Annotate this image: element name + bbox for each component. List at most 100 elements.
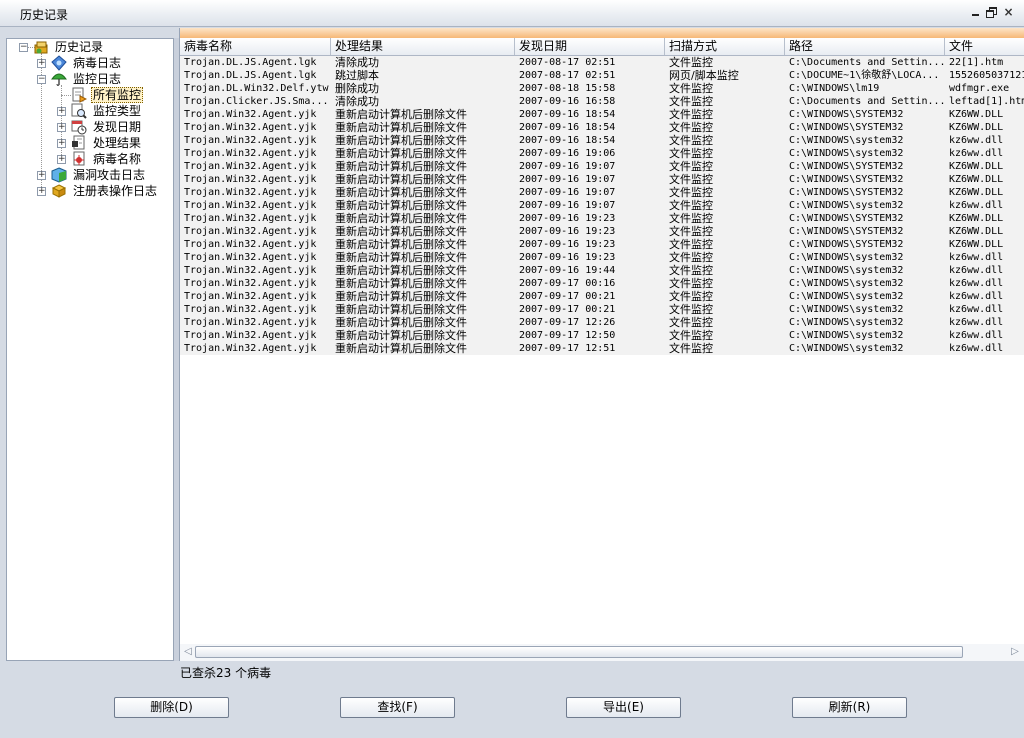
cell-scan-mode: 文件监控: [669, 173, 713, 186]
cell-path: C:\WINDOWS\SYSTEM32: [789, 187, 904, 198]
table-row[interactable]: Trojan.Win32.Agent.yjk 重新启动计算机后删除文件 2007-0…: [180, 238, 1024, 251]
table-row[interactable]: Trojan.Win32.Agent.yjk 重新启动计算机后删除文件 2007-0…: [180, 121, 1024, 134]
cell-date: 2007-08-17 02:51: [519, 70, 616, 81]
cell-date: 2007-09-16 19:06: [519, 148, 616, 159]
cell-scan-mode: 文件监控: [669, 212, 713, 225]
tree-node-monitor-log[interactable]: − 监控日志: [37, 71, 167, 87]
table-row[interactable]: Trojan.Win32.Agent.yjk 重新启动计算机后删除文件 2007-0…: [180, 277, 1024, 290]
cell-file: KZ6WW.DLL: [949, 187, 1004, 198]
column-header-scan-mode[interactable]: 扫描方式: [665, 38, 785, 55]
refresh-button[interactable]: 刷新(R): [792, 697, 907, 718]
expand-icon[interactable]: +: [37, 59, 46, 68]
tree-label-process-result: 处理结果: [93, 136, 142, 150]
column-header-result[interactable]: 处理结果: [331, 38, 515, 55]
table-row[interactable]: Trojan.Win32.Agent.yjk 重新启动计算机后删除文件 2007-0…: [180, 290, 1024, 303]
close-button[interactable]: ×: [1003, 6, 1014, 18]
registry-cubes-icon: [51, 183, 67, 199]
tree-label-monitor-log: 监控日志: [73, 72, 122, 86]
tree-node-virus-log[interactable]: + 病毒日志: [37, 55, 167, 71]
tree-node-registry-log[interactable]: + 注册表操作日志: [37, 183, 173, 199]
table-row[interactable]: Trojan.Win32.Agent.yjk 重新启动计算机后删除文件 2007-0…: [180, 264, 1024, 277]
cell-scan-mode: 文件监控: [669, 147, 713, 160]
scroll-thumb[interactable]: [195, 646, 963, 658]
table-row[interactable]: Trojan.Win32.Agent.yjk 重新启动计算机后删除文件 2007-0…: [180, 160, 1024, 173]
cell-path: C:\WINDOWS\SYSTEM32: [789, 109, 904, 120]
cell-file: kz6ww.dll: [949, 291, 1004, 302]
minimize-button[interactable]: [970, 7, 981, 18]
history-tree: − 历史记录 + 病毒日志 − 监控日志 所有监控 + 监控类型 + 发现日期 …: [6, 38, 174, 661]
tree-node-exploit-log[interactable]: + 漏洞攻击日志: [37, 167, 167, 183]
table-row[interactable]: Trojan.Win32.Agent.yjk 重新启动计算机后删除文件 2007-0…: [180, 199, 1024, 212]
cell-result: 重新启动计算机后删除文件: [335, 147, 467, 160]
tree-node-history-root[interactable]: − 历史记录: [19, 39, 169, 55]
column-header-virus-name[interactable]: 病毒名称: [180, 38, 331, 55]
tree-node-virus-name[interactable]: + 病毒名称: [57, 151, 167, 167]
cell-virus-name: Trojan.Win32.Agent.yjk: [184, 317, 317, 328]
table-row[interactable]: Trojan.Win32.Agent.yjk 重新启动计算机后删除文件 2007-0…: [180, 316, 1024, 329]
accent-strip: [180, 28, 1024, 38]
cell-date: 2007-09-17 12:50: [519, 330, 616, 341]
table-row[interactable]: Trojan.DL.JS.Agent.lgk 清除成功 2007-08-17 02:…: [180, 56, 1024, 69]
table-row[interactable]: Trojan.Win32.Agent.yjk 重新启动计算机后删除文件 2007-0…: [180, 186, 1024, 199]
window-title: 历史记录: [20, 8, 69, 22]
column-header-date[interactable]: 发现日期: [515, 38, 665, 55]
cell-result: 重新启动计算机后删除文件: [335, 277, 467, 290]
delete-button[interactable]: 删除(D): [114, 697, 229, 718]
cell-path: C:\WINDOWS\SYSTEM32: [789, 161, 904, 172]
expand-icon[interactable]: +: [57, 155, 66, 164]
export-button[interactable]: 导出(E): [566, 697, 681, 718]
find-button[interactable]: 查找(F): [340, 697, 455, 718]
cell-file: KZ6WW.DLL: [949, 174, 1004, 185]
table-row[interactable]: Trojan.Win32.Agent.yjk 重新启动计算机后删除文件 2007-0…: [180, 251, 1024, 264]
table-row[interactable]: Trojan.DL.JS.Agent.lgk 跳过脚本 2007-08-17 02:…: [180, 69, 1024, 82]
scroll-left-icon[interactable]: ◁: [182, 646, 194, 658]
cell-result: 清除成功: [335, 95, 379, 108]
cell-file: KZ6WW.DLL: [949, 109, 1004, 120]
cell-virus-name: Trojan.Win32.Agent.yjk: [184, 239, 317, 250]
expand-icon[interactable]: +: [57, 107, 66, 116]
column-header-file[interactable]: 文件: [945, 38, 1024, 55]
expand-icon[interactable]: +: [57, 139, 66, 148]
cell-scan-mode: 文件监控: [669, 303, 713, 316]
cell-virus-name: Trojan.Clicker.JS.Sma...: [184, 96, 329, 107]
cell-virus-name: Trojan.Win32.Agent.yjk: [184, 304, 317, 315]
table-row[interactable]: Trojan.Win32.Agent.yjk 重新启动计算机后删除文件 2007-0…: [180, 303, 1024, 316]
column-header-path[interactable]: 路径: [785, 38, 945, 55]
table-row[interactable]: Trojan.Win32.Agent.yjk 重新启动计算机后删除文件 2007-0…: [180, 147, 1024, 160]
table-row[interactable]: Trojan.Win32.Agent.yjk 重新启动计算机后删除文件 2007-0…: [180, 329, 1024, 342]
table-row[interactable]: Trojan.Win32.Agent.yjk 重新启动计算机后删除文件 2007-0…: [180, 108, 1024, 121]
cell-file: kz6ww.dll: [949, 200, 1004, 211]
cell-result: 重新启动计算机后删除文件: [335, 134, 467, 147]
cell-scan-mode: 文件监控: [669, 160, 713, 173]
cell-virus-name: Trojan.Win32.Agent.yjk: [184, 187, 317, 198]
table-row[interactable]: Trojan.Clicker.JS.Sma... 清除成功 2007-09-16 1…: [180, 95, 1024, 108]
tree-node-monitor-type[interactable]: + 监控类型: [57, 103, 167, 119]
restore-button[interactable]: [986, 7, 997, 18]
table-row[interactable]: Trojan.Win32.Agent.yjk 重新启动计算机后删除文件 2007-0…: [180, 225, 1024, 238]
table-row[interactable]: Trojan.Win32.Agent.yjk 重新启动计算机后删除文件 2007-0…: [180, 134, 1024, 147]
cell-path: C:\WINDOWS\system32: [789, 265, 904, 276]
scroll-right-icon[interactable]: ▷: [1009, 646, 1021, 658]
collapse-icon[interactable]: −: [19, 43, 28, 52]
cell-result: 重新启动计算机后删除文件: [335, 290, 467, 303]
expand-icon[interactable]: +: [37, 187, 46, 196]
list-header: 病毒名称 处理结果 发现日期 扫描方式 路径 文件: [180, 38, 1024, 56]
tree-node-all-monitors[interactable]: 所有监控: [57, 87, 167, 103]
horizontal-scrollbar[interactable]: ◁ ▷: [180, 644, 1024, 661]
tree-node-found-date[interactable]: + 发现日期: [57, 119, 167, 135]
cell-virus-name: Trojan.Win32.Agent.yjk: [184, 265, 317, 276]
cell-date: 2007-08-17 02:51: [519, 57, 616, 68]
expand-icon[interactable]: +: [37, 171, 46, 180]
cell-result: 重新启动计算机后删除文件: [335, 160, 467, 173]
cell-result: 重新启动计算机后删除文件: [335, 264, 467, 277]
cell-file: kz6ww.dll: [949, 278, 1004, 289]
cell-virus-name: Trojan.Win32.Agent.yjk: [184, 213, 317, 224]
table-row[interactable]: Trojan.Win32.Agent.yjk 重新启动计算机后删除文件 2007-0…: [180, 173, 1024, 186]
table-row[interactable]: Trojan.Win32.Agent.yjk 重新启动计算机后删除文件 2007-0…: [180, 212, 1024, 225]
collapse-icon[interactable]: −: [37, 75, 46, 84]
expand-icon[interactable]: +: [57, 123, 66, 132]
cell-path: C:\DOCUME~1\徐敬舒\LOCA...: [789, 70, 940, 81]
table-row[interactable]: Trojan.Win32.Agent.yjk 重新启动计算机后删除文件 2007-0…: [180, 342, 1024, 355]
table-row[interactable]: Trojan.DL.Win32.Delf.ytw 删除成功 2007-08-18 1…: [180, 82, 1024, 95]
tree-node-process-result[interactable]: + 处理结果: [57, 135, 167, 151]
